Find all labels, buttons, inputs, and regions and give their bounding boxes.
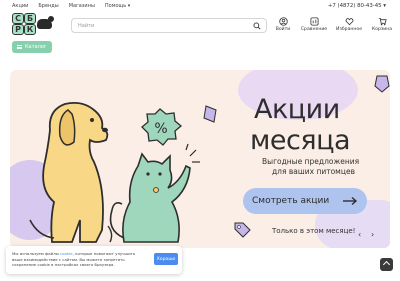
top-nav: Акции Бренды Магазины Помощь ▾ +7 (4872)… — [0, 0, 400, 12]
menu-icon — [17, 45, 22, 49]
catalog-button[interactable]: Каталог — [12, 41, 52, 53]
cookie-notice: Мы используем файлы cookie, которые помо… — [6, 246, 182, 274]
compare-label: Сравнение — [300, 27, 328, 32]
logo-letter: С — [12, 13, 24, 24]
favorites-label: Избранное — [335, 27, 363, 32]
arrow-right-icon — [343, 196, 358, 206]
cart-button[interactable]: Корзина — [364, 17, 400, 32]
slider-prev-button[interactable]: ‹ — [358, 230, 361, 239]
promo-note: Только в этом месяце! — [272, 227, 356, 235]
search-icon[interactable] — [253, 22, 261, 30]
percent-badge: % — [154, 121, 167, 137]
scroll-top-button[interactable] — [380, 258, 393, 271]
nav-link-stores[interactable]: Магазины — [69, 3, 95, 9]
search-field[interactable]: Найти — [71, 18, 267, 33]
banner-title-line2: месяца — [250, 125, 351, 156]
cookie-accept-button[interactable]: Хорошо — [154, 253, 178, 265]
view-sales-label: Смотреть акции — [252, 196, 330, 206]
cookie-text-start: Мы используем файлы — [12, 251, 61, 256]
nav-link-brands[interactable]: Бренды — [38, 3, 58, 9]
favorites-button[interactable]: Избранное — [331, 17, 367, 32]
user-icon — [278, 17, 288, 26]
logo-letter: Б — [24, 13, 36, 24]
heart-icon — [345, 18, 353, 26]
cart-label: Корзина — [371, 27, 393, 32]
catalog-label: Каталог — [25, 44, 47, 50]
search-input[interactable]: Найти — [78, 23, 94, 29]
slider-next-button[interactable]: › — [371, 230, 374, 239]
view-sales-button[interactable]: Смотреть акции — [243, 188, 367, 214]
dog-cat-illustration: % — [29, 101, 217, 243]
banner-subtitle-line2: для ваших питомцев — [272, 167, 355, 176]
banner-title-line1: Акции — [254, 94, 340, 125]
nav-link-help[interactable]: Помощь ▾ — [105, 3, 130, 9]
compare-button[interactable]: Сравнение — [296, 17, 332, 32]
logo[interactable]: С Б Р К — [12, 11, 54, 35]
compare-icon — [309, 17, 319, 26]
discount-tag-icon — [234, 222, 251, 238]
logo-letter: Р — [12, 24, 24, 35]
cookie-text: Мы используем файлы cookie, которые помо… — [12, 251, 138, 268]
nav-link-sales[interactable]: Акции — [12, 3, 28, 9]
login-label: Войти — [275, 27, 291, 32]
cart-icon — [378, 17, 387, 26]
promo-banner[interactable]: % Акции месяца Выгодные предложения для … — [10, 70, 390, 248]
banner-subtitle-line1: Выгодные предложения — [262, 157, 360, 166]
cookie-link[interactable]: cookie — [60, 251, 73, 256]
phone-number[interactable]: +7 (4872) 80-43-45 ▾ — [328, 3, 386, 9]
logo-dog-icon — [37, 16, 54, 29]
tag-decor-icon — [374, 75, 390, 93]
logo-letter: К — [24, 24, 36, 35]
